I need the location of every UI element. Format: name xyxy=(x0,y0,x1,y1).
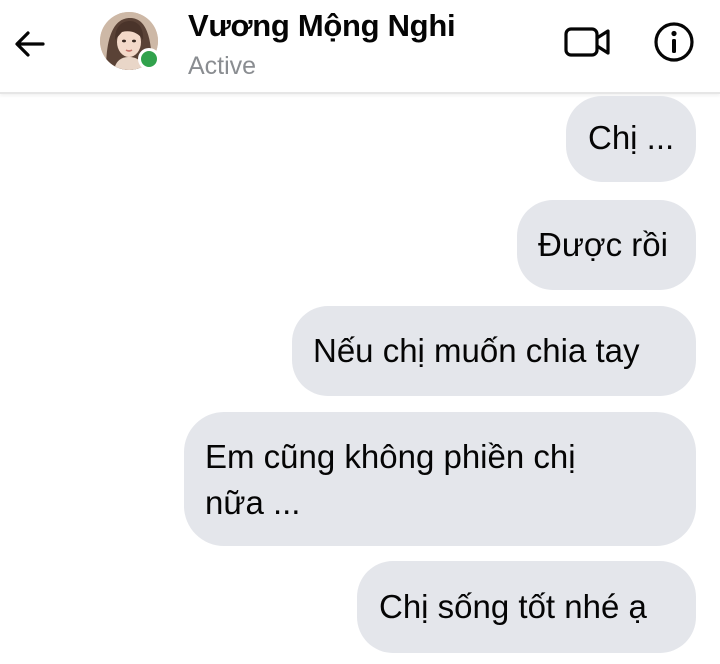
message-bubble[interactable]: Em cũng không phiền chị nữa ... xyxy=(184,412,696,546)
message-text: Chị ... xyxy=(588,119,675,156)
message-bubble[interactable]: Nếu chị muốn chia tay xyxy=(292,306,696,396)
message-bubble[interactable]: Chị ... xyxy=(566,96,696,182)
message-bubble[interactable]: Được rồi xyxy=(517,200,696,290)
info-icon xyxy=(654,22,694,62)
contact-status: Active xyxy=(188,52,257,80)
message-text: Được rồi xyxy=(538,226,668,263)
back-button[interactable] xyxy=(10,24,50,64)
chat-header: Vương Mộng Nghi Active xyxy=(0,0,720,94)
message-text: Nếu chị muốn chia tay xyxy=(313,332,640,369)
message-bubble[interactable]: Chị sống tốt nhé ạ xyxy=(357,561,696,653)
arrow-left-icon xyxy=(15,31,45,57)
online-status-dot xyxy=(138,48,160,70)
info-button[interactable] xyxy=(652,20,696,64)
message-text: Chị sống tốt nhé ạ xyxy=(379,588,647,625)
message-text-line: nữa ... xyxy=(205,484,301,521)
contact-name[interactable]: Vương Mộng Nghi xyxy=(188,8,456,44)
contact-avatar[interactable] xyxy=(100,12,160,72)
video-call-button[interactable] xyxy=(562,22,614,62)
video-call-icon xyxy=(564,27,610,57)
message-text-line: Em cũng không phiền chị xyxy=(205,438,576,475)
